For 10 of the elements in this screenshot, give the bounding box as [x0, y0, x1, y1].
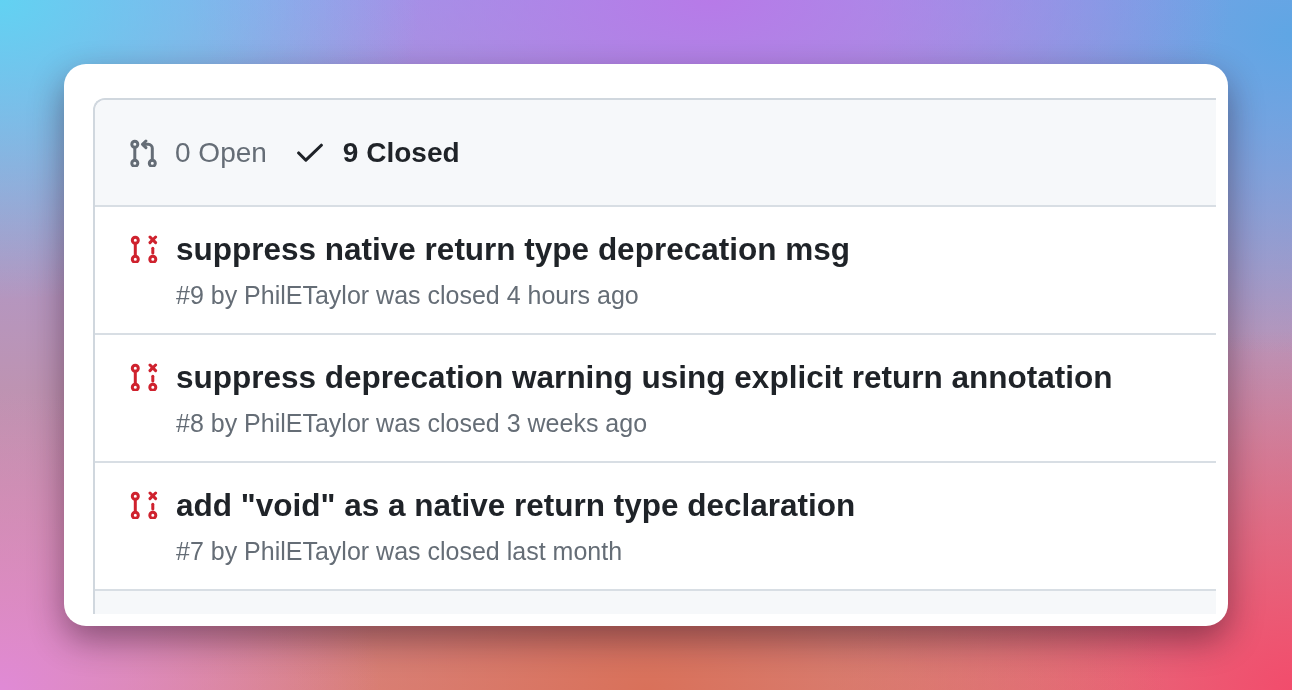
check-icon: [296, 142, 323, 163]
pull-request-title[interactable]: add "void" as a native return type declaration: [176, 486, 856, 524]
filter-tab[interactable]: 0 Open: [130, 135, 267, 170]
pull-request-meta: #9 by PhilETaylor was closed 4 hours ago: [176, 280, 639, 310]
pull-request-title[interactable]: suppress deprecation warning using explicit return annotation: [176, 358, 1113, 396]
filter-tab[interactable]: 9 Closed: [296, 135, 460, 170]
pull-request-meta: #7 by PhilETaylor was closed last month: [176, 536, 623, 566]
pull-request-title[interactable]: suppress native return type deprecation msg: [176, 230, 850, 268]
pull-request-meta: #8 by PhilETaylor was closed 3 weeks ago: [176, 408, 648, 438]
pull-request-icon: [130, 138, 157, 167]
